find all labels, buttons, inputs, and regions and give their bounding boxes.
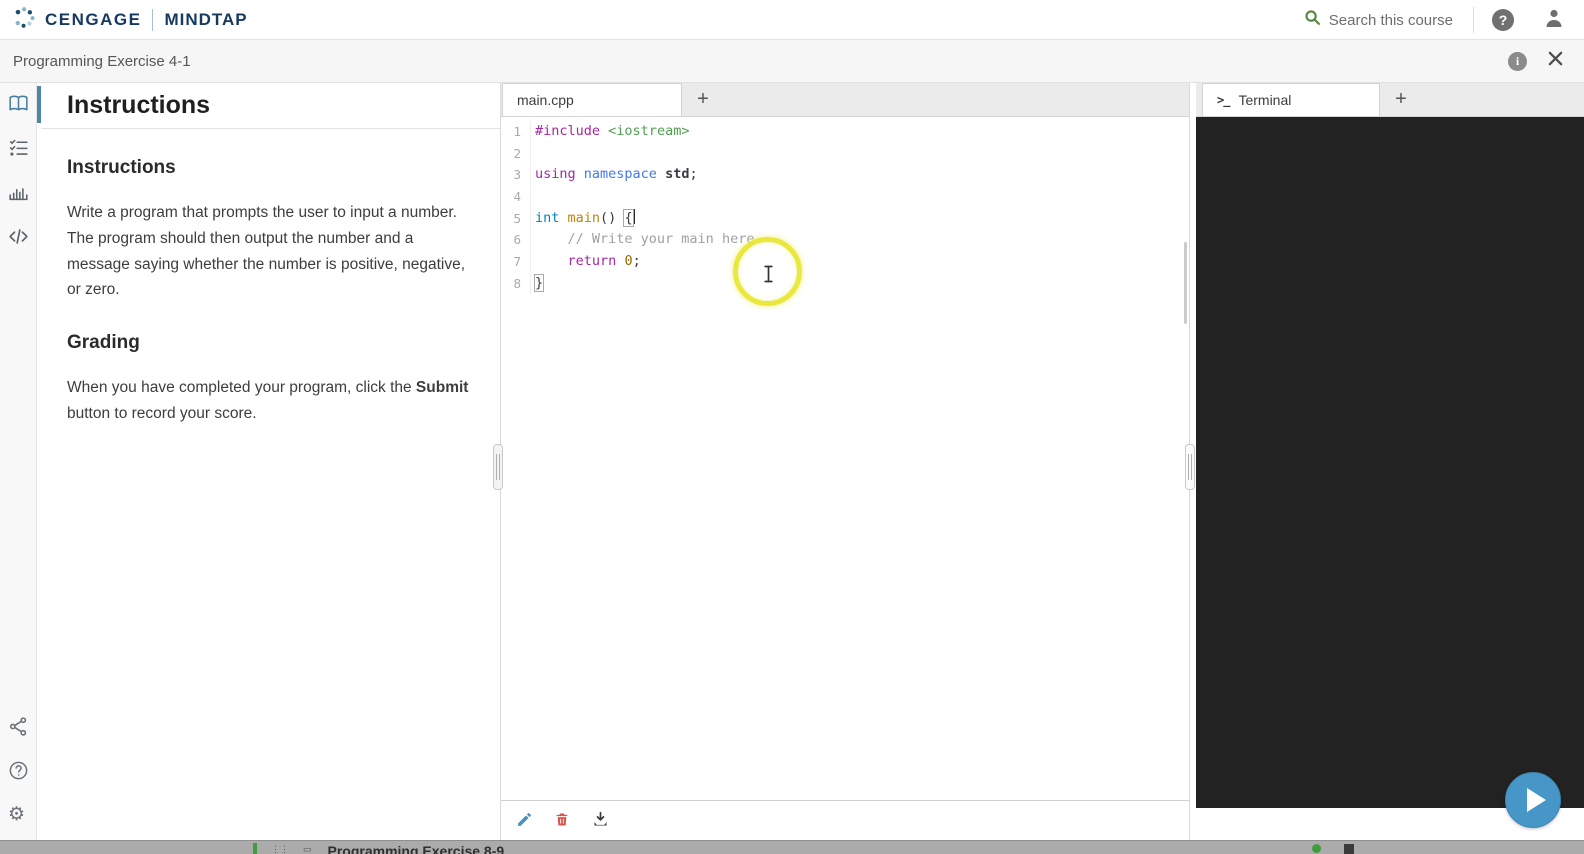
instructions-section-heading: Instructions <box>67 157 176 178</box>
text-caret <box>633 208 636 224</box>
editor-scrollbar[interactable] <box>1184 242 1187 324</box>
code-line[interactable]: 1 #include <iostream> <box>501 121 1189 143</box>
code-line[interactable]: 6 // Write your main here <box>501 229 1189 252</box>
line-number: 7 <box>501 251 531 273</box>
course-search-button[interactable]: Search this course <box>1304 9 1453 31</box>
add-terminal-tab-button[interactable]: + <box>1380 83 1422 116</box>
sidebar-item-code code-icon[interactable] <box>8 226 29 247</box>
brand-cengage-text: CENGAGE <box>45 9 142 29</box>
play-icon <box>1526 788 1546 812</box>
panel-resize-handle-right[interactable] <box>1185 444 1195 490</box>
line-number: 5 <box>501 207 531 230</box>
sidebar-item-instructions book-open-icon[interactable] <box>8 93 29 114</box>
footer-tool-icon[interactable] <box>1344 844 1354 854</box>
bottom-activity-strip: ⋮⋮ ▭ Programming Exercise 8-9 <box>0 840 1584 854</box>
close-activity-button[interactable] <box>1547 50 1564 72</box>
editor-tab-bar: main.cpp + <box>501 83 1189 117</box>
terminal-tab-label: Terminal <box>1238 92 1292 108</box>
run-button[interactable] <box>1505 772 1561 828</box>
brand-divider <box>152 8 154 31</box>
editor-tab-label: main.cpp <box>517 92 574 108</box>
brand-logo[interactable]: CENGAGE MINDTAP <box>13 6 248 34</box>
search-icon <box>1304 9 1321 31</box>
line-number: 3 <box>501 164 531 187</box>
instructions-panel-header: Instructions <box>41 83 500 129</box>
terminal-prompt-icon: >_ <box>1217 93 1230 107</box>
user-account-icon[interactable] <box>1542 6 1566 35</box>
code-area[interactable]: 1 #include <iostream> 2 3 using namespace st… <box>501 117 1189 800</box>
terminal-panel: >_ Terminal + <box>1196 83 1584 854</box>
code-text: using namespace std; <box>535 166 698 183</box>
code-text: // Write your main here <box>567 231 755 248</box>
activity-title: Programming Exercise 4-1 <box>13 52 191 70</box>
activity-title-bar: Programming Exercise 4-1 i <box>0 40 1584 83</box>
code-text: #include <iostream> <box>535 123 690 139</box>
instructions-panel: Instructions Instructions Write a progra… <box>41 83 501 840</box>
code-line[interactable]: 2 <box>501 142 1189 165</box>
instructions-section-body: Write a program that prompts the user to… <box>67 204 466 299</box>
help-button[interactable]: ? <box>1492 9 1514 31</box>
terminal-tab-bar: >_ Terminal + <box>1196 83 1584 117</box>
line-number: 6 <box>501 229 531 252</box>
mindtap-app: CENGAGE MINDTAP Search this course ? Pro… <box>0 0 1584 854</box>
terminal-screen[interactable] <box>1196 117 1584 808</box>
sidebar-item-checklist checklist-icon[interactable] <box>8 137 29 158</box>
code-editor-panel: main.cpp + 1 #include <iostream> 2 3 using n… <box>501 83 1190 854</box>
activity-type-icon: ▭ <box>303 844 312 854</box>
activity-accent-bar <box>253 843 257 854</box>
code-line[interactable]: 8} <box>501 272 1189 295</box>
resize-grip <box>1188 454 1192 480</box>
line-number: 8 <box>501 272 531 295</box>
instructions-panel-title: Instructions <box>67 91 211 119</box>
status-dot-icon <box>1312 844 1321 853</box>
next-activity-label: Programming Exercise 8-9 <box>327 843 505 854</box>
line-number: 4 <box>501 186 531 208</box>
grading-section-body: When you have completed your program, cl… <box>67 379 469 422</box>
edit-pencil-icon[interactable] <box>515 811 533 829</box>
code-lines: 1 #include <iostream> 2 3 using namespace st… <box>501 121 1189 295</box>
instructions-content[interactable]: Instructions Write a program that prompt… <box>41 129 500 427</box>
download-icon[interactable] <box>591 811 609 829</box>
sidebar-item-help help-circle-icon[interactable] <box>8 760 29 781</box>
brand-mindtap-text: MINDTAP <box>164 9 248 29</box>
next-activity-item[interactable]: ⋮⋮ ▭ Programming Exercise 8-9 <box>253 843 504 854</box>
panel-resize-handle-left[interactable] <box>493 444 503 490</box>
sidebar-item-share share-icon[interactable] <box>8 716 29 737</box>
code-line[interactable]: 3 using namespace std; <box>501 164 1189 187</box>
topbar-divider <box>1473 7 1474 33</box>
add-file-tab-button[interactable]: + <box>682 83 724 116</box>
resize-grip <box>496 454 500 480</box>
sidebar-item-settings gear-icon[interactable]: ⚙ <box>8 804 29 825</box>
info-button[interactable]: i <box>1508 51 1527 71</box>
drag-dots-icon: ⋮⋮ <box>271 844 289 854</box>
tab-main-cpp[interactable]: main.cpp <box>502 83 682 116</box>
code-line[interactable]: 4 <box>501 186 1189 208</box>
left-icon-rail: ⚙ <box>0 83 37 840</box>
line-number: 1 <box>501 121 531 143</box>
line-number: 2 <box>501 142 531 165</box>
active-tool-indicator <box>37 86 41 123</box>
grading-section-heading: Grading <box>67 332 140 354</box>
code-text: } <box>533 273 545 292</box>
sidebar-item-results bar-chart-icon[interactable] <box>8 181 29 202</box>
delete-trash-icon[interactable] <box>553 811 571 829</box>
tab-terminal[interactable]: >_ Terminal <box>1202 83 1380 116</box>
code-text: int main() { <box>531 208 636 230</box>
cengage-spiral-icon <box>13 6 36 34</box>
code-text: return 0; <box>567 253 641 270</box>
top-bar: CENGAGE MINDTAP Search this course ? <box>0 0 1584 40</box>
editor-toolbar <box>501 800 1189 838</box>
code-line[interactable]: 5 int main() { <box>501 207 1189 230</box>
search-label: Search this course <box>1328 11 1453 29</box>
code-line[interactable]: 7 return 0; <box>501 251 1189 273</box>
submit-keyword: Submit <box>415 379 469 397</box>
